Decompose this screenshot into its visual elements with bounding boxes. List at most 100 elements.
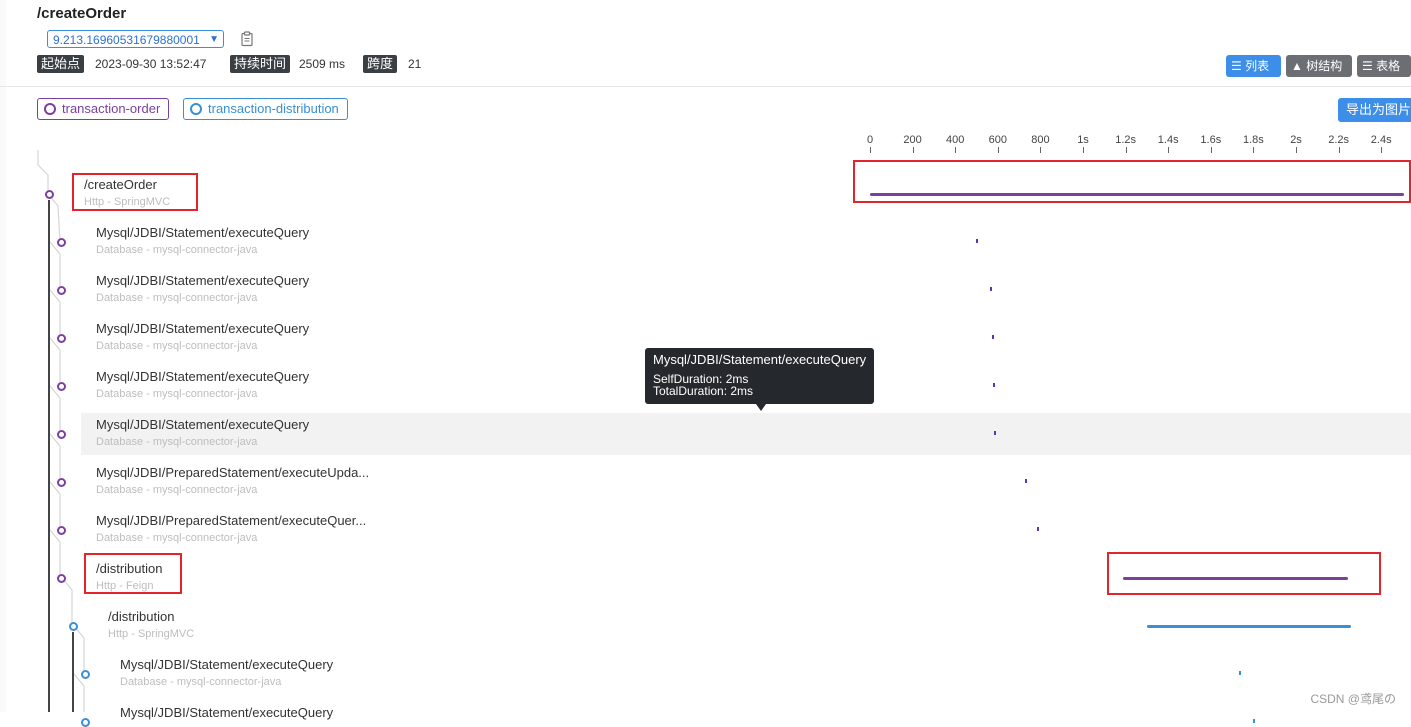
header-divider [0, 86, 1411, 87]
service-name: transaction-order [62, 101, 161, 116]
tree-node-icon[interactable] [57, 238, 66, 247]
span-duration-mark[interactable] [1253, 719, 1256, 723]
watermark: CSDN @鸢尾の [1310, 692, 1396, 706]
span-name[interactable]: Mysql/JDBI/Statement/executeQuery [120, 657, 333, 672]
span-name[interactable]: Mysql/JDBI/Statement/executeQuery [96, 273, 309, 288]
tree-node-icon[interactable] [81, 718, 90, 727]
trace-id-value: 9.213.16960531679880001 [53, 33, 200, 47]
axis-tick [1296, 147, 1297, 153]
axis-tick [1168, 147, 1170, 153]
axis-tick-label: 400 [946, 134, 965, 146]
axis-tick-label: 1.4s [1157, 134, 1179, 146]
span-duration-mark[interactable] [993, 383, 996, 387]
list-view-label: 列表 [1245, 59, 1270, 73]
tree-node-icon[interactable] [45, 190, 54, 199]
ring-icon [190, 102, 202, 115]
page-title: /createOrder [37, 5, 127, 22]
tree-node-icon[interactable] [81, 670, 90, 679]
clipboard-icon[interactable] [240, 31, 254, 47]
tree-node-icon[interactable] [57, 574, 66, 583]
annotation-box-distribution-bar [1107, 552, 1381, 595]
axis-tick [870, 147, 871, 153]
span-duration-mark[interactable] [1024, 479, 1027, 483]
tree-node-icon[interactable] [57, 286, 66, 295]
start-time-tag: 起始点 [37, 55, 85, 73]
duration-value: 2509 ms [299, 57, 346, 71]
axis-tick [955, 147, 957, 153]
table-icon: ☰ [1362, 59, 1373, 73]
span-component: Http - SpringMVC [108, 628, 195, 640]
annotation-box-createorder [72, 173, 198, 211]
axis-tick-label: 600 [988, 134, 1007, 146]
axis-tick-label: 0 [866, 134, 874, 146]
axis-tick-label: 1.6s [1200, 134, 1222, 146]
annotation-box-createorder-bar [853, 160, 1411, 203]
axis-tick-label: 1.8s [1242, 134, 1264, 146]
span-component: Database - mysql-connector-java [96, 388, 258, 400]
span-component: Database - mysql-connector-java [96, 340, 258, 352]
axis-tick-label: 2.2s [1328, 134, 1349, 146]
axis-tick-label: 2.4s [1370, 134, 1392, 146]
tree-node-icon[interactable] [57, 334, 66, 343]
tree-node-icon[interactable] [57, 430, 66, 439]
span-name[interactable]: Mysql/JDBI/PreparedStatement/executeQuer… [96, 513, 366, 528]
annotation-box-distribution [84, 553, 182, 594]
tree-node-icon[interactable] [69, 622, 78, 631]
span-duration-mark[interactable] [989, 287, 992, 291]
span-duration-mark[interactable] [1239, 671, 1242, 675]
span-duration-bar[interactable] [1146, 625, 1351, 628]
service-name: transaction-distribution [208, 101, 339, 116]
span-component: Database - mysql-connector-java [96, 244, 258, 256]
service-tag-distribution[interactable]: transaction-distribution [183, 98, 348, 120]
span-name[interactable]: Mysql/JDBI/Statement/executeQuery [96, 417, 309, 432]
trace-id-select[interactable]: 9.213.16960531679880001 ▼ [47, 30, 224, 48]
axis-tick [1381, 147, 1383, 153]
span-duration-mark[interactable] [991, 335, 994, 339]
span-name[interactable]: Mysql/JDBI/Statement/executeQuery [96, 369, 309, 384]
axis-tick [1125, 147, 1127, 153]
span-duration-mark[interactable] [975, 239, 978, 243]
axis-tick-label: 200 [903, 134, 922, 146]
tree-view-button[interactable]: ▲ 树结构 [1286, 55, 1352, 77]
span-name[interactable]: Mysql/JDBI/Statement/executeQuery [120, 705, 333, 720]
tree-node-icon[interactable] [57, 478, 66, 487]
span-component: Database - mysql-connector-java [96, 532, 258, 544]
axis-tick [1083, 147, 1084, 153]
axis-tick-label: 1.2s [1115, 134, 1136, 146]
span-name[interactable]: Mysql/JDBI/Statement/executeQuery [96, 225, 309, 240]
axis-tick-label: 2s [1290, 134, 1302, 146]
tooltip-arrow [756, 404, 766, 411]
span-component: Database - mysql-connector-java [96, 484, 258, 496]
axis-tick [1040, 147, 1042, 153]
span-duration-mark[interactable] [993, 431, 996, 435]
tree-node-icon[interactable] [57, 526, 66, 535]
axis-tick-label: 800 [1031, 134, 1050, 146]
axis-tick [1338, 147, 1340, 153]
axis-tick [997, 147, 999, 153]
tooltip-total-duration: TotalDuration: 2ms [653, 384, 754, 398]
span-tooltip: Mysql/JDBI/Statement/executeQuery SelfDu… [645, 348, 874, 404]
axis-tick [912, 147, 914, 153]
axis-tick-label: 1s [1077, 134, 1089, 146]
list-icon: ☰ [1231, 59, 1242, 73]
tooltip-title: Mysql/JDBI/Statement/executeQuery [653, 352, 867, 367]
span-component: Database - mysql-connector-java [120, 676, 282, 688]
span-duration-mark[interactable] [1036, 527, 1039, 531]
span-name[interactable]: Mysql/JDBI/Statement/executeQuery [96, 321, 309, 336]
span-count-value: 21 [408, 57, 422, 71]
tree-node-icon[interactable] [57, 382, 66, 391]
export-image-button[interactable]: 导出为图片 [1338, 98, 1411, 122]
table-view-button[interactable]: ☰ 表格 [1357, 55, 1411, 77]
chevron-down-icon: ▼ [209, 34, 219, 45]
ring-icon [44, 102, 56, 115]
span-component: Database - mysql-connector-java [96, 436, 258, 448]
service-tag-order[interactable]: transaction-order [37, 98, 170, 120]
duration-tag: 持续时间 [230, 55, 291, 73]
span-name[interactable]: /distribution [108, 609, 174, 624]
tree-view-label: 树结构 [1306, 59, 1343, 73]
tree-icon: ▲ [1291, 59, 1303, 73]
span-name[interactable]: Mysql/JDBI/PreparedStatement/executeUpda… [96, 465, 369, 480]
axis-tick [1210, 147, 1212, 153]
table-view-label: 表格 [1376, 59, 1401, 73]
list-view-button[interactable]: ☰ 列表 [1226, 55, 1281, 77]
